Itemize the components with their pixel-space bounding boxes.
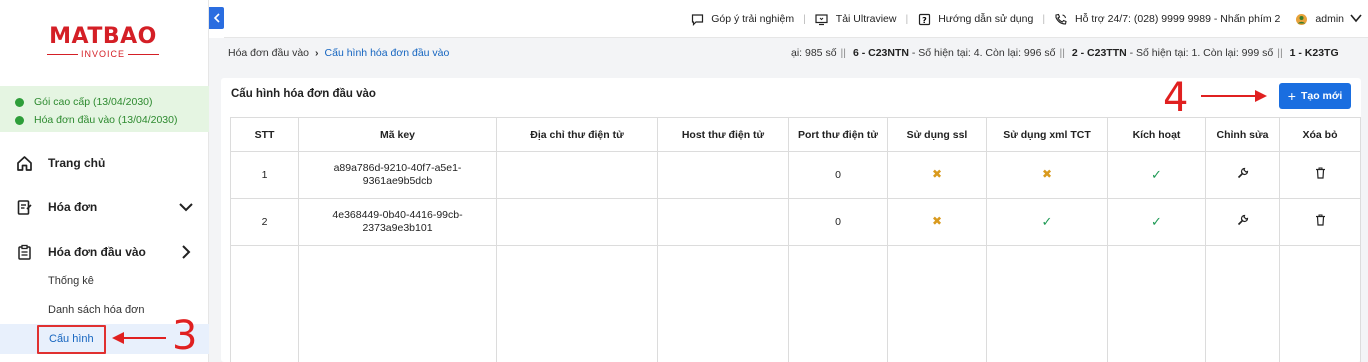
monitor-icon bbox=[815, 12, 829, 26]
status-dot-icon bbox=[15, 97, 24, 107]
cell-host bbox=[657, 151, 789, 199]
wrench-icon[interactable] bbox=[1237, 167, 1249, 182]
sidebar-item-input-invoices[interactable]: Hóa đơn đầu vào bbox=[0, 230, 209, 274]
ultraview-link[interactable]: Tải Ultraview bbox=[815, 12, 896, 26]
sidebar: MATBAO INVOICE Gói cao cấp (13/04/2030) … bbox=[0, 0, 209, 362]
check-icon: ✓ bbox=[1151, 213, 1162, 229]
col-header: Địa chỉ thư điện tử bbox=[496, 117, 658, 152]
wrench-icon[interactable] bbox=[1237, 214, 1249, 229]
logo-main-text: MATBAO bbox=[49, 24, 157, 49]
plus-icon: + bbox=[1287, 88, 1296, 104]
cell-host bbox=[657, 198, 789, 246]
check-icon: ✓ bbox=[1151, 166, 1162, 182]
cell-edit bbox=[1205, 198, 1280, 246]
chevron-right-icon bbox=[177, 243, 195, 261]
config-card: Cấu hình hóa đơn đầu vào + Tạo mới STT M… bbox=[221, 78, 1361, 362]
cell-stt: 2 bbox=[230, 198, 299, 246]
svg-text:?: ? bbox=[922, 16, 927, 25]
cell-xml: ✓ bbox=[986, 198, 1108, 246]
check-icon: ✓ bbox=[1041, 213, 1053, 229]
chevron-down-icon bbox=[177, 198, 195, 216]
breadcrumb-bar: Hóa đơn đầu vào › Cấu hình hóa đơn đầu vào… bbox=[209, 38, 1368, 68]
config-table: STT Mã key Địa chỉ thư điện tử Host thư … bbox=[230, 117, 1361, 362]
top-bar: Góp ý trải nghiệm | Tải Ultraview | ? Hư… bbox=[224, 0, 1368, 38]
col-header: Kích hoạt bbox=[1107, 117, 1206, 152]
cross-icon: ✖ bbox=[931, 167, 943, 181]
table-header-row: STT Mã key Địa chỉ thư điện tử Host thư … bbox=[230, 117, 1361, 152]
status-dot-icon bbox=[15, 115, 24, 125]
chevron-left-icon bbox=[213, 13, 220, 23]
home-icon bbox=[15, 154, 33, 172]
cell-xml: ✖ bbox=[986, 151, 1108, 199]
cell-email bbox=[496, 198, 658, 246]
cell-edit bbox=[1205, 151, 1280, 199]
cell-delete bbox=[1279, 151, 1361, 199]
cell-port: 0 bbox=[788, 151, 888, 199]
breadcrumb-current: Cấu hình hóa đơn đầu vào bbox=[324, 47, 450, 59]
guide-link[interactable]: ? Hướng dẫn sử dụng bbox=[917, 12, 1033, 26]
matbao-logo[interactable]: MATBAO INVOICE bbox=[47, 24, 160, 66]
col-header: Mã key bbox=[298, 117, 497, 152]
create-new-button[interactable]: + Tạo mới bbox=[1279, 83, 1351, 109]
annotation-arrow-3 bbox=[112, 332, 166, 344]
plan-item: Hóa đơn đầu vào (13/04/2030) bbox=[15, 111, 209, 129]
cell-key: a89a786d-9210-40f7-a5e1- 9361ae9b5dcb bbox=[298, 151, 497, 199]
cross-icon: ✖ bbox=[931, 214, 943, 228]
annotation-step-3: 3 bbox=[172, 313, 198, 359]
cross-icon: ✖ bbox=[1041, 167, 1053, 181]
sidebar-collapse-button[interactable] bbox=[209, 7, 224, 29]
table-row[interactable]: 2 4e368449-0b40-4416-99cb- 2373a9e3b101 0… bbox=[230, 198, 1361, 246]
breadcrumb: Hóa đơn đầu vào › Cấu hình hóa đơn đầu vào bbox=[228, 47, 449, 59]
chat-bubble-icon bbox=[690, 12, 704, 26]
feedback-link[interactable]: Góp ý trải nghiệm bbox=[690, 12, 794, 26]
support-hotline[interactable]: Hỗ trợ 24/7: (028) 9999 9989 - Nhấn phím… bbox=[1054, 12, 1280, 26]
sidebar-item-home[interactable]: Trang chủ bbox=[0, 141, 209, 185]
trash-icon[interactable] bbox=[1315, 214, 1326, 229]
col-header: Chỉnh sửa bbox=[1205, 117, 1280, 152]
table-row-empty bbox=[230, 245, 1361, 362]
plan-status-box: Gói cao cấp (13/04/2030) Hóa đơn đầu vào… bbox=[0, 86, 209, 132]
main-content: Cấu hình hóa đơn đầu vào + Tạo mới STT M… bbox=[209, 68, 1368, 362]
annotation-arrow-4 bbox=[1201, 90, 1267, 102]
invoice-series-ticker: ại: 985 số || 6 - C23NTN - Số hiện tại: 4… bbox=[791, 47, 1339, 59]
phone-icon bbox=[1054, 12, 1068, 26]
annotation-step-4: 4 bbox=[1163, 75, 1189, 121]
cell-active: ✓ bbox=[1107, 151, 1206, 199]
col-header: Sử dụng ssl bbox=[887, 117, 987, 152]
chevron-down-icon bbox=[1350, 13, 1362, 26]
avatar bbox=[1294, 12, 1308, 26]
chevron-right-icon: › bbox=[315, 47, 319, 59]
col-header: STT bbox=[230, 117, 299, 152]
page-title: Cấu hình hóa đơn đầu vào bbox=[231, 88, 376, 100]
logo-sub-text: INVOICE bbox=[81, 49, 126, 59]
cell-key: 4e368449-0b40-4416-99cb- 2373a9e3b101 bbox=[298, 198, 497, 246]
cell-delete bbox=[1279, 198, 1361, 246]
sidebar-item-invoices[interactable]: Hóa đơn bbox=[0, 185, 209, 229]
sidebar-subitem-list[interactable]: Danh sách hóa đơn bbox=[48, 301, 145, 319]
cell-ssl: ✖ bbox=[887, 198, 987, 246]
trash-icon[interactable] bbox=[1315, 167, 1326, 182]
cell-port: 0 bbox=[788, 198, 888, 246]
cell-stt: 1 bbox=[230, 151, 299, 199]
breadcrumb-parent[interactable]: Hóa đơn đầu vào bbox=[228, 47, 309, 59]
user-menu[interactable]: admin bbox=[1294, 12, 1362, 26]
sidebar-subitem-stats[interactable]: Thống kê bbox=[48, 272, 94, 290]
cell-active: ✓ bbox=[1107, 198, 1206, 246]
help-icon: ? bbox=[917, 12, 931, 26]
invoice-edit-icon bbox=[15, 198, 33, 216]
col-header: Xóa bỏ bbox=[1279, 117, 1361, 152]
col-header: Host thư điện tử bbox=[657, 117, 789, 152]
plan-item: Gói cao cấp (13/04/2030) bbox=[15, 93, 209, 111]
cell-email bbox=[496, 151, 658, 199]
col-header: Port thư điện tử bbox=[788, 117, 888, 152]
cell-ssl: ✖ bbox=[887, 151, 987, 199]
sidebar-subitem-config[interactable]: Cấu hình bbox=[37, 325, 106, 354]
invoice-list-icon bbox=[15, 243, 33, 261]
col-header: Sử dụng xml TCT bbox=[986, 117, 1108, 152]
app-root: MATBAO INVOICE Gói cao cấp (13/04/2030) … bbox=[0, 0, 1368, 362]
table-row[interactable]: 1 a89a786d-9210-40f7-a5e1- 9361ae9b5dcb 0… bbox=[230, 151, 1361, 199]
